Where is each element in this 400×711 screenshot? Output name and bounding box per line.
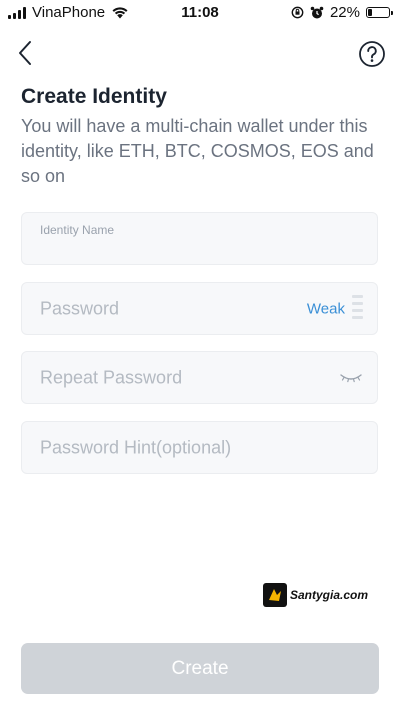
watermark-logo-icon [263,583,287,607]
page-title: Create Identity [21,85,167,108]
create-button[interactable]: Create [21,643,379,694]
watermark: Santygia.com [263,583,368,607]
password-hint-field[interactable]: Password Hint(optional) [21,421,378,474]
question-circle-icon [359,41,385,67]
chevron-left-icon [19,41,31,65]
password-strength-label: Weak [306,300,345,317]
back-button[interactable] [12,38,40,68]
watermark-text: Santygia.com [290,588,369,602]
battery-icon [366,7,393,18]
password-hint-placeholder: Password Hint(optional) [40,437,232,457]
alarm-icon [310,6,324,18]
identity-name-label: Identity Name [40,223,115,237]
status-bar: VinaPhone 11:08 22% [0,0,400,26]
password-field[interactable]: Password Weak [21,282,378,335]
orientation-lock-icon [291,6,304,19]
help-button[interactable] [358,40,386,68]
password-strength-meter [352,295,363,325]
password-placeholder: Password [40,298,120,318]
identity-name-field[interactable]: Identity Name [21,212,378,265]
battery-percent: 22% [329,4,360,21]
eye-closed-icon[interactable] [339,372,363,384]
repeat-password-placeholder: Repeat Password [40,367,183,387]
page-subtitle: You will have a multi-chain wallet under… [21,116,374,186]
status-right: 22% [291,4,393,21]
repeat-password-field[interactable]: Repeat Password [21,351,378,404]
battery-fill [368,9,372,16]
